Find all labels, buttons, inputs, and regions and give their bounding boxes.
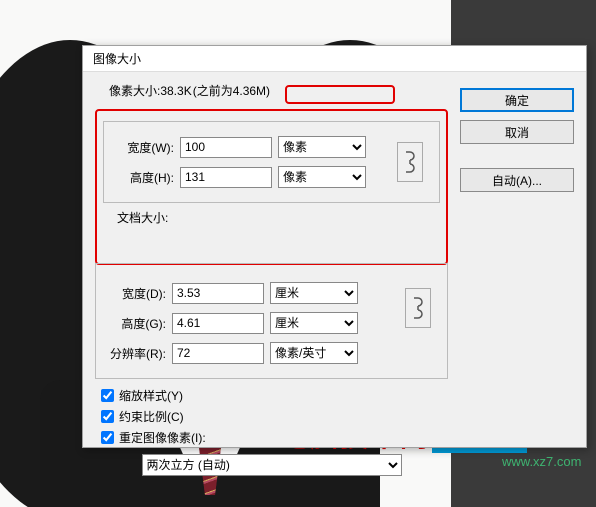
resample-check[interactable] [101, 431, 114, 444]
width-unit-select[interactable]: 像素 [278, 136, 366, 158]
resample-method-select[interactable]: 两次立方 (自动) [142, 454, 402, 476]
highlight-previous-size [285, 85, 395, 104]
doc-height-input[interactable] [172, 313, 264, 334]
doc-height-unit-select[interactable]: 厘米 [270, 312, 358, 334]
resolution-input[interactable] [172, 343, 264, 364]
previous-size-text: (之前为4.36M) [193, 82, 270, 99]
constrain-link-icon[interactable] [397, 142, 423, 182]
ok-button[interactable]: 确定 [460, 88, 574, 112]
width-input[interactable] [180, 137, 272, 158]
constrain-proportions-checkbox[interactable]: 约束比例(C) [101, 408, 448, 425]
auto-button[interactable]: 自动(A)... [460, 168, 574, 192]
highlight-pixel-group: 宽度(W): 像素 高度(H): 像素 [95, 109, 448, 265]
height-unit-select[interactable]: 像素 [278, 166, 366, 188]
image-size-dialog: 图像大小 像素大小:38.3K (之前为4.36M) 宽度(W): 像素 [82, 45, 587, 448]
width-label: 宽度(W): [114, 139, 174, 156]
resolution-label: 分辨率(R): [106, 345, 166, 362]
scale-styles-checkbox[interactable]: 缩放样式(Y) [101, 387, 448, 404]
cancel-button[interactable]: 取消 [460, 120, 574, 144]
pixel-size-label: 像素大小:38.3K [109, 82, 192, 99]
titlebar: 图像大小 [83, 46, 586, 72]
height-input[interactable] [180, 167, 272, 188]
doc-width-unit-select[interactable]: 厘米 [270, 282, 358, 304]
doc-height-label: 高度(G): [106, 315, 166, 332]
resample-checkbox[interactable]: 重定图像像素(I): [101, 429, 448, 446]
scale-styles-check[interactable] [101, 389, 114, 402]
doc-width-input[interactable] [172, 283, 264, 304]
constrain-check[interactable] [101, 410, 114, 423]
resolution-unit-select[interactable]: 像素/英寸 [270, 342, 358, 364]
doc-width-label: 宽度(D): [106, 285, 166, 302]
doc-constrain-link-icon[interactable] [405, 288, 431, 328]
pixel-dimensions-group: 宽度(W): 像素 高度(H): 像素 [103, 121, 440, 203]
dialog-title: 图像大小 [93, 50, 141, 67]
document-size-group: 宽度(D): 厘米 高度(G): 厘米 [95, 263, 448, 379]
doc-size-label: 文档大小: [117, 209, 168, 226]
height-label: 高度(H): [114, 169, 174, 186]
